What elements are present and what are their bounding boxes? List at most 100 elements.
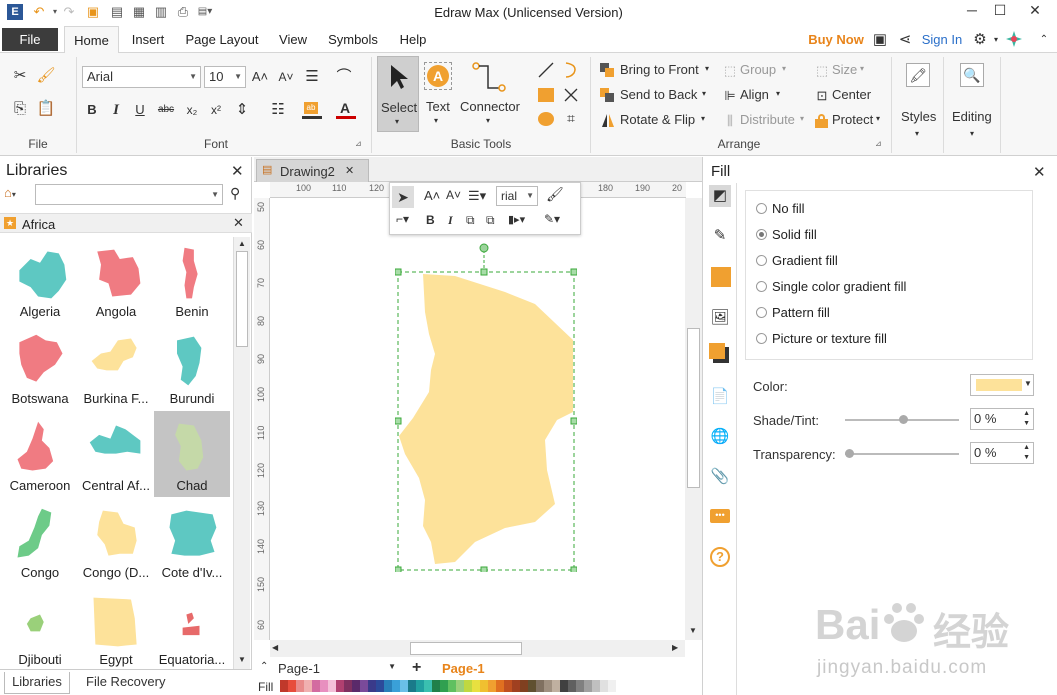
decrease-font-icon[interactable]: A˅	[276, 67, 296, 87]
paste-icon[interactable]: 📋	[36, 99, 56, 119]
page-tab[interactable]: Page-1	[442, 661, 485, 676]
fill-option[interactable]: Pattern fill	[756, 305, 1026, 323]
library-shape-item[interactable]: Egypt	[78, 585, 154, 669]
canvas-hscroll-thumb[interactable]	[410, 642, 522, 655]
bold-icon[interactable]: B	[82, 100, 102, 120]
library-category-header[interactable]: ★ Africa ✕	[0, 213, 252, 233]
italic-icon[interactable]: I	[106, 100, 126, 120]
fill-option[interactable]: Picture or texture fill	[756, 331, 1026, 349]
mini-bold-icon[interactable]: B	[426, 213, 435, 227]
page-collapse-icon[interactable]: ⌃	[260, 661, 268, 672]
image-icon[interactable]: 🖼	[709, 307, 731, 329]
library-shape-item[interactable]: Burundi	[154, 324, 230, 410]
fill-option[interactable]: Gradient fill	[756, 253, 1026, 271]
font-color-icon[interactable]: A	[336, 100, 356, 120]
rectangle-tool-icon[interactable]	[537, 86, 555, 104]
mini-arrange-icon[interactable]: ▮▸▾	[508, 213, 525, 226]
library-shape-item[interactable]: Burkina F...	[78, 324, 154, 410]
protect-button[interactable]: Protect ▾	[812, 111, 888, 131]
crop-tool-icon[interactable]: ⌗	[562, 110, 580, 128]
close-libraries-icon[interactable]: ✕	[231, 162, 244, 180]
library-shape-item[interactable]: Chad	[154, 411, 230, 497]
copy-icon[interactable]: ⎘	[10, 99, 30, 119]
shade-slider[interactable]	[845, 415, 959, 424]
fill-option-radio[interactable]	[756, 307, 767, 318]
shadow-fill-icon[interactable]	[711, 267, 731, 287]
format-painter-icon[interactable]: 🖌	[36, 66, 56, 86]
styles-button[interactable]: 🖍 Styles ▾	[896, 57, 940, 147]
fill-option-radio[interactable]	[756, 255, 767, 266]
close-fill-panel-icon[interactable]: ✕	[1033, 163, 1046, 181]
chad-map-shape[interactable]	[395, 242, 577, 572]
library-shape-item[interactable]: Central Af...	[78, 411, 154, 497]
shade-input[interactable]: 0 % ▲ ▼	[970, 408, 1034, 430]
select-tool-button[interactable]: Select ▾	[377, 56, 419, 132]
transparency-slider[interactable]	[845, 449, 959, 458]
close-document-icon[interactable]: ✕	[345, 164, 354, 177]
document-tab[interactable]: ▤ Drawing2 ✕	[256, 159, 369, 182]
ellipse-tool-icon[interactable]	[537, 110, 555, 128]
tab-libraries[interactable]: Libraries	[4, 672, 70, 694]
library-shape-item[interactable]: Congo	[2, 498, 78, 584]
text-highlight-icon[interactable]: ab	[302, 100, 322, 120]
line-tool-icon[interactable]	[537, 61, 555, 79]
library-shape-item[interactable]: Botswana	[2, 324, 78, 410]
collapse-ribbon-icon[interactable]: ⌃	[1034, 30, 1054, 50]
tab-page-layout[interactable]: Page Layout	[180, 26, 264, 53]
cross-tool-icon[interactable]	[562, 86, 580, 104]
mini-format-painter-icon[interactable]: 🖌	[546, 186, 564, 203]
edraw-brand-icon[interactable]	[1006, 31, 1022, 47]
transparency-slider-thumb[interactable]	[845, 449, 854, 458]
scroll-up-icon[interactable]: ▲	[238, 239, 246, 248]
library-shape-item[interactable]: Congo (D...	[78, 498, 154, 584]
fill-bucket-icon[interactable]: ◩	[709, 185, 731, 207]
document-properties-icon[interactable]: 📄	[709, 386, 731, 408]
scroll-thumb[interactable]	[236, 251, 248, 347]
text-arc-icon[interactable]: ⌒	[334, 67, 354, 87]
arrange-dialog-launcher-icon[interactable]: ⊿	[875, 139, 882, 148]
mini-connector-icon[interactable]: ⌐▾	[396, 212, 409, 226]
fill-option-radio[interactable]	[756, 203, 767, 214]
library-shape-item[interactable]: Algeria	[2, 237, 78, 323]
minimize-button[interactable]: ─	[957, 0, 987, 22]
bullet-list-icon[interactable]: ☷	[268, 100, 288, 120]
library-search-input[interactable]: ▼	[35, 184, 223, 205]
scroll-down-icon[interactable]: ▼	[238, 655, 246, 664]
distribute-button[interactable]: ⫼ Distribute ▾	[720, 111, 810, 131]
canvas-scroll-left-icon[interactable]: ◀	[272, 643, 278, 652]
tab-symbols[interactable]: Symbols	[322, 26, 384, 53]
tab-file[interactable]: File	[2, 28, 58, 51]
arc-tool-icon[interactable]	[562, 61, 580, 79]
increase-font-icon[interactable]: A˄	[250, 67, 270, 87]
fill-option[interactable]: Solid fill	[756, 227, 1026, 245]
search-icon[interactable]: ⚲	[230, 185, 240, 202]
library-shape-item[interactable]: Cote d'Iv...	[154, 498, 230, 584]
size-button[interactable]: ⬚ Size ▾	[812, 61, 872, 81]
buy-now-link[interactable]: Buy Now	[804, 26, 868, 53]
paragraph-align-icon[interactable]: ☰	[302, 67, 322, 87]
close-category-icon[interactable]: ✕	[233, 215, 244, 231]
canvas-scroll-right-icon[interactable]: ▶	[672, 643, 678, 652]
cut-icon[interactable]: ✂	[10, 66, 30, 86]
color-swatch-cell[interactable]	[612, 680, 616, 692]
editing-button[interactable]: 🔍 Editing ▾	[948, 57, 998, 147]
library-shape-item[interactable]: Benin	[154, 237, 230, 323]
library-scrollbar[interactable]: ▲ ▼	[233, 237, 250, 669]
mini-increase-font-icon[interactable]: A˄	[424, 188, 440, 203]
library-shape-item[interactable]: Equatoria...	[154, 585, 230, 669]
fill-option[interactable]: Single color gradient fill	[756, 279, 1026, 297]
font-family-select[interactable]: Arial ▼	[82, 66, 201, 88]
connector-tool-button[interactable]: Connector ▾	[458, 56, 522, 132]
shade-slider-thumb[interactable]	[899, 415, 908, 424]
color-swatches[interactable]	[280, 680, 636, 692]
tab-home[interactable]: Home	[64, 26, 119, 54]
mini-decrease-font-icon[interactable]: A˅	[446, 188, 461, 202]
subscript-icon[interactable]: x₂	[182, 100, 202, 120]
help-icon[interactable]: ?	[710, 547, 730, 567]
drawing-canvas[interactable]	[271, 198, 685, 640]
canvas-vertical-scrollbar[interactable]: ▼	[685, 198, 702, 640]
underline-icon[interactable]: U	[130, 100, 150, 120]
mini-select-icon[interactable]: ➤	[392, 186, 414, 208]
library-shape-item[interactable]: Djibouti	[2, 585, 78, 669]
strikethrough-icon[interactable]: abc	[156, 100, 176, 120]
